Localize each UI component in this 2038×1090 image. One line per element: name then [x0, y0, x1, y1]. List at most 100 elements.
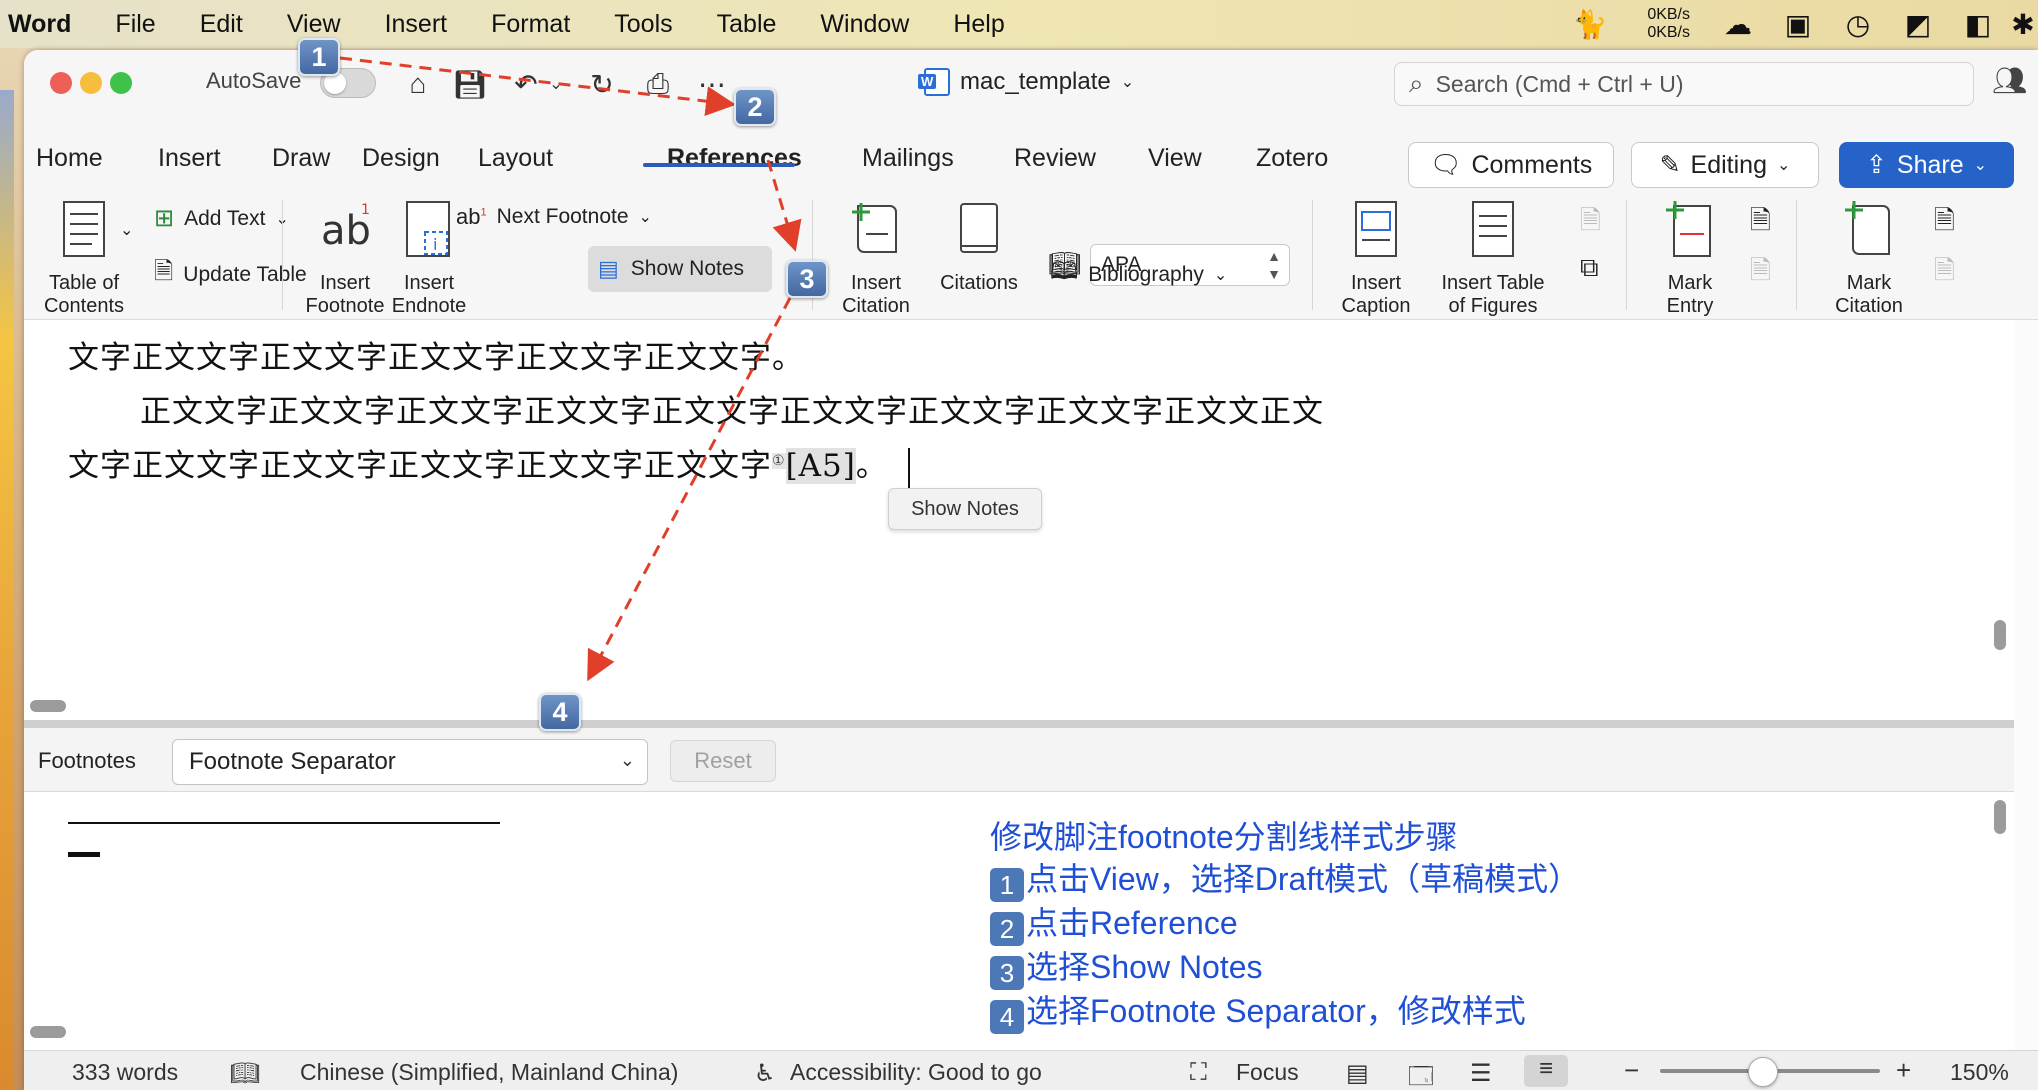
- tab-view[interactable]: View: [1148, 144, 1202, 173]
- word-window: AutoSave ⌂ 💾︎ ↶ ⌄ ↻ ⎙ ⋯ mac_template ⌄ ⌕…: [24, 50, 2038, 1090]
- instruction-step: 2 点击Reference: [990, 902, 1580, 946]
- tab-design[interactable]: Design: [362, 144, 440, 173]
- footnote-scrollbar[interactable]: [1994, 800, 2006, 834]
- tab-draw[interactable]: Draw: [272, 144, 330, 173]
- add-text-button[interactable]: ⊞ Add Text ⌄: [154, 204, 289, 233]
- insert-citation-button[interactable]: Insert Citation: [830, 198, 922, 318]
- show-notes-button[interactable]: ▤ Show Notes: [588, 246, 772, 292]
- footnote-horizontal-scrollbar[interactable]: [30, 1026, 66, 1038]
- mark-entry-button[interactable]: Mark Entry: [1644, 198, 1736, 318]
- accessibility-status[interactable]: Accessibility: Good to go: [790, 1059, 1042, 1086]
- cloud-icon[interactable]: ☁: [1708, 0, 1768, 48]
- proofing-icon[interactable]: 📖︎: [230, 1059, 260, 1088]
- zoom-level[interactable]: 150%: [1950, 1059, 2009, 1086]
- search-box[interactable]: ⌕ Search (Cmd + Ctrl + U): [1394, 62, 1974, 106]
- menu-table[interactable]: Table: [695, 10, 799, 39]
- editing-button[interactable]: ✎ Editing ⌄: [1631, 142, 1819, 188]
- cross-reference-icon[interactable]: ⧉: [1580, 252, 1599, 284]
- reset-button[interactable]: Reset: [670, 740, 776, 782]
- menu-tools[interactable]: Tools: [592, 10, 694, 39]
- cat-icon[interactable]: 🐈: [1560, 0, 1620, 48]
- network-speed: 0KB/s 0KB/s: [1647, 6, 1690, 41]
- tab-mailings[interactable]: Mailings: [862, 144, 954, 173]
- zoom-slider-thumb[interactable]: [1748, 1057, 1778, 1087]
- citations-button[interactable]: Citations: [932, 198, 1026, 295]
- tab-layout[interactable]: Layout: [478, 144, 553, 173]
- tab-zotero[interactable]: Zotero: [1256, 144, 1328, 173]
- outline-view-icon[interactable]: ☰: [1470, 1059, 1492, 1088]
- draft-view-icon[interactable]: ≡: [1524, 1055, 1568, 1087]
- menu-view[interactable]: View: [265, 10, 363, 39]
- zoom-out-icon[interactable]: −: [1624, 1055, 1639, 1086]
- footnote-reference-mark[interactable]: ①: [772, 452, 786, 469]
- redo-icon[interactable]: ↻: [580, 62, 624, 106]
- undo-icon[interactable]: ↶: [504, 62, 548, 106]
- language-status[interactable]: Chinese (Simplified, Mainland China): [300, 1059, 678, 1086]
- menu-help[interactable]: Help: [931, 10, 1026, 39]
- footnote-separator-editor[interactable]: 修改脚注footnote分割线样式步骤 1 点击View，选择Draft模式（草稿…: [24, 792, 2014, 1064]
- close-window-button[interactable]: [50, 72, 72, 94]
- print-icon[interactable]: ⎙: [636, 62, 680, 106]
- timer-icon[interactable]: ◷: [1828, 0, 1888, 48]
- tab-home[interactable]: Home: [36, 144, 103, 173]
- home-icon[interactable]: ⌂: [396, 62, 440, 106]
- minimize-window-button[interactable]: [80, 72, 102, 94]
- menu-window[interactable]: Window: [798, 10, 931, 39]
- document-title[interactable]: mac_template ⌄: [918, 68, 1135, 96]
- pane-splitter[interactable]: [24, 720, 2014, 728]
- dock-edge: [0, 90, 14, 1090]
- insert-index-icon[interactable]: 🗎︎: [1750, 202, 1771, 246]
- insert-footnote-button[interactable]: ab 1 Insert Footnote: [302, 198, 388, 318]
- chevron-down-icon: ⌄: [1120, 74, 1135, 91]
- tab-references[interactable]: References: [667, 144, 802, 173]
- tab-insert[interactable]: Insert: [158, 144, 221, 173]
- app-menu[interactable]: Word: [0, 10, 93, 39]
- ribbon-separator: [1312, 200, 1313, 310]
- web-layout-icon[interactable]: 🗔︎: [1408, 1059, 1434, 1090]
- insert-authorities-icon[interactable]: 🗎︎: [1934, 202, 1955, 246]
- menu-insert[interactable]: Insert: [363, 10, 470, 39]
- text-cursor: [907, 447, 910, 488]
- word-count[interactable]: 333 words: [72, 1059, 178, 1086]
- document-scrollbar[interactable]: [1994, 620, 2006, 650]
- zoom-window-button[interactable]: [110, 72, 132, 94]
- menu-edit[interactable]: Edit: [178, 10, 265, 39]
- word-document-icon: [918, 68, 950, 96]
- paragraph-line: 文字正文文字正文文字正文文字正文文字正文文字。: [68, 340, 804, 376]
- next-footnote-icon: ab1: [456, 204, 487, 229]
- save-icon[interactable]: 💾︎: [448, 62, 492, 106]
- undo-dropdown-icon[interactable]: ⌄: [544, 62, 568, 106]
- comments-button[interactable]: 🗨︎ Comments: [1408, 142, 1614, 188]
- bluetooth-icon[interactable]: ✱: [2008, 0, 2038, 48]
- next-footnote-button[interactable]: ab1 Next Footnote ⌄: [456, 204, 652, 230]
- document-horizontal-scrollbar[interactable]: [30, 700, 66, 712]
- toc-icon: [63, 201, 105, 257]
- print-layout-icon[interactable]: ▤: [1346, 1059, 1369, 1088]
- comment-icon: 🗨︎: [1429, 150, 1462, 179]
- share-people-icon[interactable]: 👥︎: [1992, 64, 2028, 97]
- insert-caption-button[interactable]: Insert Caption: [1330, 198, 1422, 318]
- toc-dropdown-icon[interactable]: ⌄: [120, 220, 133, 240]
- display-icon[interactable]: ◩: [1888, 0, 1948, 48]
- document-body[interactable]: 文字正文文字正文文字正文文字正文文字正文文字。 正文文字正文文字正文文字正文文字…: [24, 320, 2014, 720]
- table-of-contents-button[interactable]: Table of Contents: [38, 198, 130, 318]
- tab-review[interactable]: Review: [1014, 144, 1096, 173]
- focus-button[interactable]: Focus: [1236, 1059, 1299, 1086]
- menu-file[interactable]: File: [93, 10, 177, 39]
- menu-format[interactable]: Format: [469, 10, 592, 39]
- clipboard-icon[interactable]: ▣: [1768, 0, 1828, 48]
- more-icon[interactable]: ⋯: [690, 62, 734, 106]
- mark-citation-button[interactable]: Mark Citation: [1814, 198, 1924, 318]
- share-button[interactable]: ⇪ Share ⌄: [1839, 142, 2014, 188]
- comment-citation[interactable]: [A5]: [785, 448, 856, 484]
- insert-table-of-figures-button[interactable]: Insert Table of Figures: [1428, 198, 1558, 318]
- stepper-icon: ▲ ▼: [1267, 248, 1281, 282]
- update-index-icon: 🗎︎: [1750, 255, 1771, 285]
- window-layout-icon[interactable]: ◧: [1948, 0, 2008, 48]
- ribbon-separator: [1626, 200, 1627, 310]
- footnote-type-select[interactable]: Footnote Separator ⌄: [172, 739, 648, 785]
- bibliography-button[interactable]: 🕮︎ Bibliography ⌄: [1050, 254, 1227, 295]
- update-table-button[interactable]: 🗎︎ Update Table: [154, 254, 307, 295]
- chevron-down-icon: ⌄: [1777, 157, 1791, 174]
- zoom-in-icon[interactable]: +: [1896, 1055, 1911, 1086]
